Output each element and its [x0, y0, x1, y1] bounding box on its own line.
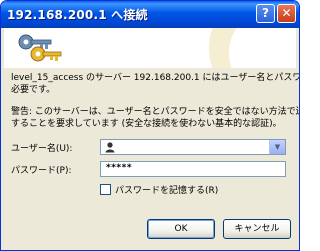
password-label: パスワード(P):: [11, 166, 72, 176]
server-message-line1: level_15_access のサーバー 192.168.200.1 にはユー…: [11, 73, 300, 83]
help-button[interactable]: ?: [256, 4, 275, 23]
username-label: ユーザー名(U):: [11, 144, 73, 154]
title-bar[interactable]: 192.168.200.1 へ接続 ? ✕: [1, 1, 299, 28]
username-dropdown-button[interactable]: ▼: [269, 140, 285, 154]
username-combobox[interactable]: ▼: [100, 139, 286, 155]
cancel-button[interactable]: キャンセル: [223, 219, 291, 239]
banner-decoration-inner: [229, 28, 296, 68]
banner: [4, 28, 296, 68]
warning-message-line1: 警告: このサーバーは、ユーザー名とパスワードを安全ではない方法で送信: [11, 107, 300, 117]
help-icon: ?: [262, 6, 269, 20]
remember-password-checkbox[interactable]: [100, 184, 111, 195]
login-dialog: 192.168.200.1 へ接続 ? ✕ level_15_access のサ…: [0, 0, 300, 251]
server-message-line2: 必要です。: [11, 85, 56, 95]
user-icon: [105, 142, 115, 153]
warning-message-line2: することを要求しています (安全な接続を使わない基本的な認証)。: [11, 119, 282, 129]
close-button[interactable]: ✕: [277, 4, 296, 23]
close-icon: ✕: [281, 6, 292, 20]
chevron-down-icon: ▼: [274, 143, 281, 151]
password-value: *****: [106, 163, 133, 173]
dialog-body: level_15_access のサーバー 192.168.200.1 にはユー…: [4, 68, 299, 247]
remember-password-label[interactable]: パスワードを記憶する(R): [115, 183, 218, 196]
password-field[interactable]: *****: [100, 161, 286, 177]
keys-icon: [18, 34, 62, 62]
window-title: 192.168.200.1 へ接続: [7, 8, 148, 22]
ok-button[interactable]: OK: [147, 219, 215, 239]
